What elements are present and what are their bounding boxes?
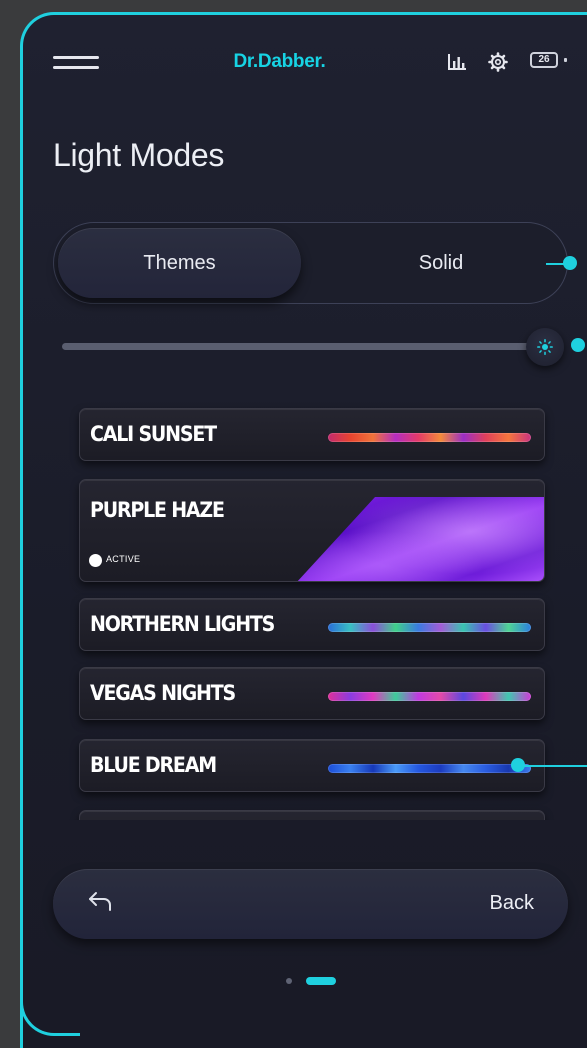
theme-swatch — [328, 764, 531, 773]
theme-name: CALI SUNSET — [90, 422, 217, 447]
sun-icon — [537, 339, 553, 355]
back-button[interactable]: Back — [53, 869, 568, 939]
active-indicator — [89, 554, 102, 567]
tab-solid[interactable]: Solid — [346, 228, 536, 298]
theme-swatch — [328, 692, 531, 701]
theme-name: NORTHERN LIGHTS — [90, 612, 275, 637]
theme-card-blue-dream[interactable]: BLUE DREAM — [79, 739, 545, 792]
active-label: ACTIVE — [106, 554, 141, 564]
theme-swatch — [328, 433, 531, 442]
mode-tabs: Themes Solid — [53, 222, 568, 304]
return-arrow-icon — [89, 892, 111, 911]
bar-chart-icon[interactable] — [446, 50, 468, 74]
battery-level: 26 — [538, 54, 550, 65]
tab-themes[interactable]: Themes — [58, 228, 301, 298]
theme-list: CALI SUNSET PURPLE HAZE ACTIVE NORTHERN … — [0, 400, 587, 820]
theme-name: BLUE DREAM — [90, 753, 217, 778]
theme-card-vegas-nights[interactable]: VEGAS NIGHTS — [79, 667, 545, 720]
theme-swatch — [328, 623, 531, 632]
theme-card-partial[interactable] — [79, 810, 545, 820]
callout-line — [523, 765, 587, 767]
theme-card-northern-lights[interactable]: NORTHERN LIGHTS — [79, 598, 545, 651]
brightness-slider-track[interactable] — [62, 343, 532, 350]
back-label: Back — [489, 892, 534, 914]
page-indicator-2[interactable] — [306, 977, 336, 985]
callout-dot — [571, 338, 585, 352]
battery-icon: 26 — [530, 52, 558, 68]
theme-swatch-large — [297, 497, 544, 581]
page-title: Light Modes — [53, 137, 225, 173]
theme-card-purple-haze[interactable]: PURPLE HAZE ACTIVE — [79, 479, 545, 582]
callout-dot — [511, 758, 525, 772]
callout-dot — [563, 256, 577, 270]
brightness-slider-thumb[interactable] — [526, 328, 564, 366]
theme-card-cali-sunset[interactable]: CALI SUNSET — [79, 408, 545, 461]
theme-name: VEGAS NIGHTS — [90, 681, 236, 706]
page-indicator-1[interactable] — [286, 978, 292, 984]
battery-tip — [564, 58, 567, 62]
gear-icon[interactable] — [486, 50, 510, 74]
theme-name: PURPLE HAZE — [90, 498, 225, 523]
